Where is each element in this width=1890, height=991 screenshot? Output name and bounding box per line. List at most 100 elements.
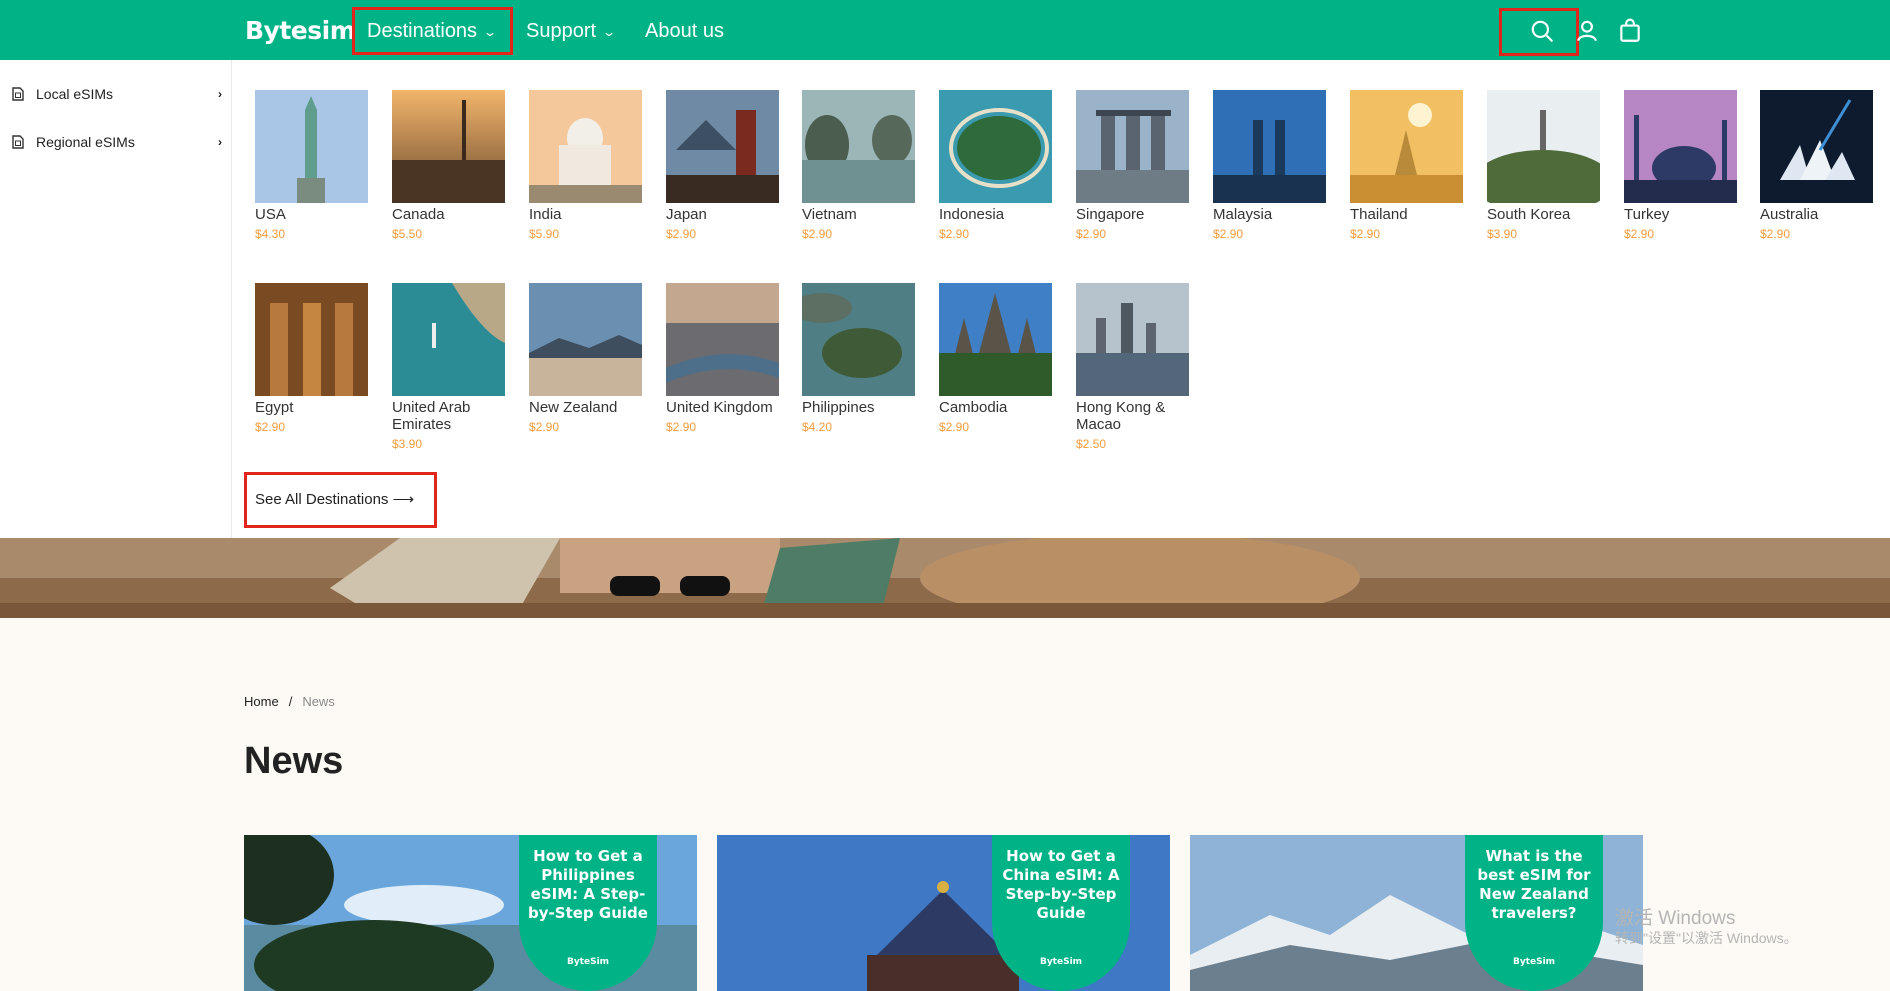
destination-name: Turkey [1624, 206, 1670, 223]
chevron-down-icon: ⌄ [602, 24, 617, 39]
news-card[interactable]: How to Get a Philippines eSIM: A Step-by… [244, 835, 697, 991]
destination-card-australia[interactable]: Australia $2.90 [1760, 90, 1875, 241]
destination-price: $2.90 [666, 227, 697, 241]
news-card-badge: What is the best eSIM for New Zealand tr… [1465, 835, 1603, 991]
destination-card-usa[interactable]: USA $4.30 [255, 90, 370, 241]
top-nav-bar: Bytesim Destinations ⌄ Support ⌄ About u… [0, 0, 1890, 60]
news-card-title: How to Get a Philippines eSIM: A Step-by… [528, 847, 648, 922]
destination-card-japan[interactable]: Japan $2.90 [666, 90, 781, 241]
destinations-sidebar: Local eSIMs › Regional eSIMs › [0, 60, 232, 538]
destination-card-turkey[interactable]: Turkey $2.90 [1624, 90, 1739, 241]
destination-name: Cambodia [939, 399, 1008, 416]
destination-name: South Korea [1487, 206, 1571, 223]
destination-card-malaysia[interactable]: Malaysia $2.90 [1213, 90, 1328, 241]
destination-photo [255, 283, 368, 396]
nav-about-label: About us [645, 20, 724, 42]
destination-price: $3.90 [1487, 227, 1518, 241]
destination-photo [939, 90, 1052, 203]
news-card[interactable]: How to Get a China eSIM: A Step-by-Step … [717, 835, 1170, 991]
nav-support-label: Support [526, 20, 597, 42]
nav-support[interactable]: Support ⌄ [526, 20, 617, 43]
breadcrumb-home-link[interactable]: Home [244, 694, 279, 709]
destination-name: Indonesia [939, 206, 1005, 223]
user-icon[interactable] [1574, 18, 1600, 44]
destination-price: $3.90 [392, 437, 423, 451]
breadcrumb-separator: / [288, 694, 293, 709]
windows-activation-hint: 转到"设置"以激活 Windows。 [1615, 930, 1798, 946]
destination-price: $2.90 [666, 420, 697, 434]
page-title: News [244, 740, 344, 782]
destination-card-indonesia[interactable]: Indonesia $2.90 [939, 90, 1054, 241]
destination-name: Egypt [255, 399, 294, 416]
highlight-see-all [244, 472, 437, 528]
sidebar-item-regional-esims[interactable]: Regional eSIMs › [12, 130, 222, 154]
destination-photo [1624, 90, 1737, 203]
destination-card-canada[interactable]: Canada $5.50 [392, 90, 507, 241]
destination-name: New Zealand [529, 399, 618, 416]
destination-price: $2.90 [939, 420, 970, 434]
destination-price: $2.90 [529, 420, 560, 434]
destination-card-hong-kong-macao[interactable]: Hong Kong & Macao $2.50 [1076, 283, 1191, 451]
destination-photo [1213, 90, 1326, 203]
destination-name: India [529, 206, 562, 223]
destination-price: $2.90 [1076, 227, 1107, 241]
highlight-search [1499, 8, 1579, 56]
sidebar-item-local-esims[interactable]: Local eSIMs › [12, 82, 222, 106]
destination-price: $2.90 [1624, 227, 1655, 241]
destination-price: $2.50 [1076, 437, 1107, 451]
news-card-badge: How to Get a Philippines eSIM: A Step-by… [519, 835, 657, 991]
destination-price: $2.90 [1213, 227, 1244, 241]
destination-card-new-zealand[interactable]: New Zealand $2.90 [529, 283, 644, 434]
destination-price: $2.90 [1760, 227, 1791, 241]
news-card-title: How to Get a China eSIM: A Step-by-Step … [1002, 847, 1120, 922]
destination-name: Australia [1760, 206, 1819, 223]
destination-photo [666, 90, 779, 203]
destination-card-vietnam[interactable]: Vietnam $2.90 [802, 90, 917, 241]
sidebar-item-label: Local eSIMs [36, 86, 114, 102]
sim-icon [12, 87, 24, 101]
bag-icon[interactable] [1617, 18, 1643, 44]
news-card-brand: ByteSim [1039, 957, 1083, 967]
destination-price: $2.90 [802, 227, 833, 241]
windows-activation-title: 激活 Windows [1615, 908, 1736, 929]
destination-photo [529, 283, 642, 396]
destination-card-uae[interactable]: United Arab Emirates $3.90 [392, 283, 507, 451]
news-card[interactable]: What is the best eSIM for New Zealand tr… [1190, 835, 1643, 991]
destination-price: $2.90 [1350, 227, 1381, 241]
sidebar-item-label: Regional eSIMs [36, 134, 135, 150]
hero-banner-image [0, 538, 1890, 618]
destination-card-united-kingdom[interactable]: United Kingdom $2.90 [666, 283, 781, 434]
nav-about-us[interactable]: About us [645, 20, 724, 43]
destination-photo [939, 283, 1052, 396]
destination-card-egypt[interactable]: Egypt $2.90 [255, 283, 370, 434]
breadcrumb-current: News [302, 694, 335, 709]
destination-card-india[interactable]: India $5.90 [529, 90, 644, 241]
destination-photo [255, 90, 368, 203]
destination-price: $4.20 [802, 420, 833, 434]
destination-photo [392, 283, 505, 396]
destination-price: $5.50 [392, 227, 423, 241]
destination-price: $5.90 [529, 227, 560, 241]
destination-name: Malaysia [1213, 206, 1273, 223]
destination-name: United Kingdom [666, 399, 773, 416]
news-card-badge: How to Get a China eSIM: A Step-by-Step … [992, 835, 1130, 991]
destination-card-singapore[interactable]: Singapore $2.90 [1076, 90, 1191, 241]
destination-name: United Arab Emirates [392, 399, 471, 433]
highlight-destinations [352, 7, 513, 55]
logo[interactable]: Bytesim [245, 16, 356, 45]
destination-photo [1487, 90, 1600, 203]
destination-card-philippines[interactable]: Philippines $4.20 [802, 283, 917, 434]
destination-price: $4.30 [255, 227, 286, 241]
destination-price: $2.90 [255, 420, 286, 434]
destination-photo [1760, 90, 1873, 203]
chevron-right-icon: › [218, 135, 222, 149]
destination-card-south-korea[interactable]: South Korea $3.90 [1487, 90, 1602, 241]
news-card-brand: ByteSim [1512, 957, 1556, 967]
destination-card-cambodia[interactable]: Cambodia $2.90 [939, 283, 1054, 434]
destination-name: Vietnam [802, 206, 857, 223]
destination-card-thailand[interactable]: Thailand $2.90 [1350, 90, 1465, 241]
destination-name: Canada [392, 206, 445, 223]
destination-photo [1076, 90, 1189, 203]
destination-photo [392, 90, 505, 203]
breadcrumb: Home / News [244, 694, 335, 709]
